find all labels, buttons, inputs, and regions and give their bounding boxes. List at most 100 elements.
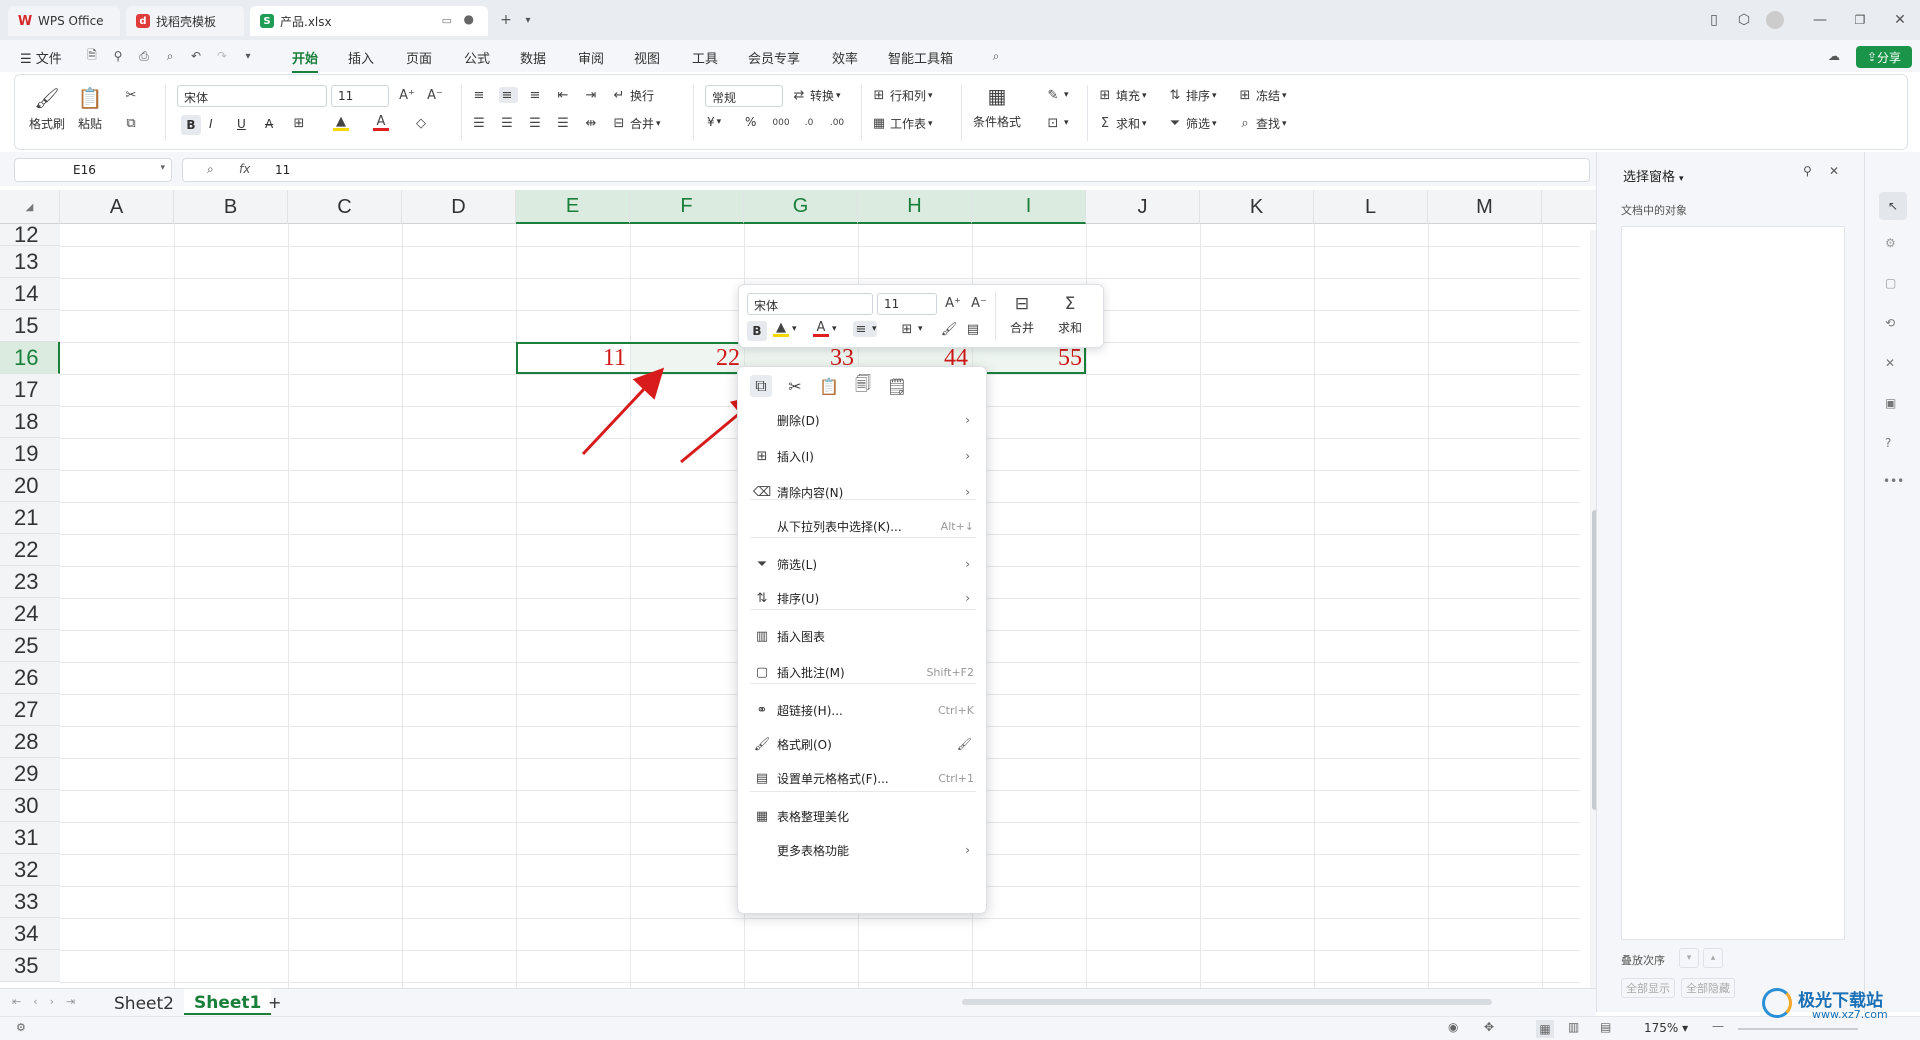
mini-bold-button[interactable]: B <box>747 321 767 341</box>
shortcut-hint: Ctrl+1 <box>938 771 974 785</box>
context-menu-label: 超链接(H)... <box>777 703 843 718</box>
sort-icon: ⇅ <box>756 590 768 606</box>
mini-fill-color-icon[interactable]: ▲ ▾ <box>773 320 797 337</box>
mini-font-select[interactable]: 宋体 <box>747 293 873 315</box>
context-menu-item[interactable]: ▦ 表格整理美化 <box>738 801 988 831</box>
prev-sheet-icon[interactable]: ‹ <box>33 995 37 1008</box>
filter-icon: ⏷ <box>756 556 768 572</box>
eye-protection-icon[interactable]: ◉ <box>1448 1020 1458 1034</box>
more-icon[interactable]: ••• <box>1883 474 1904 488</box>
backup-icon[interactable]: ⟲ <box>1885 316 1895 330</box>
sheet-tab-sheet1[interactable]: Sheet1 <box>184 989 272 1015</box>
page-layout-view-icon[interactable]: ▤ <box>1600 1020 1611 1034</box>
mini-decrease-font-icon[interactable]: A⁻ <box>971 295 990 311</box>
order-label: 叠放次序 <box>1621 954 1665 967</box>
paste-icon[interactable]: 📋 <box>818 375 840 397</box>
context-menu: ⧉ ✂ 📋 🗐 🗒 删除(D) › ⊞ 插入(I) › ⌫ 清除内容(N) › 从下拉列表中选择… <box>737 366 987 914</box>
shortcut-hint: Alt+↓ <box>940 519 974 533</box>
sheet-tab-bar: ⇤ ‹ › ⇥ Sheet2 Sheet1 + <box>0 988 1596 1016</box>
divider <box>995 291 996 341</box>
context-menu-label: 设置单元格格式(F)... <box>777 771 889 786</box>
chevron-right-icon: › <box>965 485 970 499</box>
mini-font-color-icon[interactable]: A ▾ <box>813 320 837 337</box>
insert-icon: ⊞ <box>756 448 768 464</box>
selection-pane: 选择窗格 ▾ ⚲ ✕ 文档中的对象 叠放次序 ▾ ▴ 全部显示 全部隐藏 <box>1596 152 1864 1012</box>
mini-merge-button[interactable]: ⊟ 合并 <box>1009 291 1035 336</box>
status-bar: ⚙ ◉ ✥ ▦ ▥ ▤ 175% ▾ — <box>0 1016 1920 1040</box>
order-up-icon[interactable]: ▴ <box>1703 948 1723 968</box>
cut-icon[interactable]: ✂ <box>784 375 806 397</box>
arrow-to-cell <box>581 367 665 456</box>
context-menu-item[interactable]: 更多表格功能 › <box>738 835 988 865</box>
beautify-icon: ▦ <box>755 808 769 824</box>
clear-icon: ⌫ <box>752 484 772 500</box>
pane-title[interactable]: 选择窗格 ▾ <box>1623 166 1684 185</box>
mini-increase-font-icon[interactable]: A⁺ <box>945 295 964 311</box>
context-menu-item[interactable]: 删除(D) › <box>738 405 988 435</box>
first-sheet-icon[interactable]: ⇤ <box>12 995 21 1008</box>
shortcut-hint: Ctrl+K <box>937 703 974 717</box>
mini-format-painter-icon[interactable]: 🖌 <box>941 321 960 337</box>
paste-text-icon[interactable]: 🗐 <box>852 374 874 397</box>
watermark-logo: 极光下载站 www.xz7.com <box>1762 986 1912 1026</box>
context-menu-item[interactable]: 从下拉列表中选择(K)... Alt+↓ <box>738 511 988 541</box>
copy-icon[interactable]: ⧉ <box>750 375 772 397</box>
normal-view-icon[interactable]: ▦ <box>1536 1020 1554 1038</box>
status-macro-icon[interactable]: ⚙ <box>16 1021 26 1034</box>
context-menu-item[interactable]: ⏷ 筛选(L) › <box>738 549 988 579</box>
right-sidebar: ↖ ⚙ ▢ ⟲ ✕ ▣ ? ••• <box>1864 152 1920 1012</box>
order-down-icon[interactable]: ▾ <box>1679 948 1699 968</box>
book-icon[interactable]: ▣ <box>1885 396 1896 410</box>
chevron-right-icon: › <box>965 449 970 463</box>
mini-sum-button[interactable]: Σ 求和 <box>1057 291 1083 336</box>
chevron-right-icon: › <box>965 413 970 427</box>
mini-size-select[interactable]: 11 <box>877 293 937 315</box>
context-menu-item[interactable]: 🖌 格式刷(O) 🖌 <box>738 729 988 759</box>
context-quick-actions: ⧉ ✂ 📋 🗐 🗒 <box>750 374 908 397</box>
context-menu-label: 插入批注(M) <box>777 665 845 680</box>
paste-special-icon[interactable]: 🗒 <box>886 375 908 397</box>
hide-all-button[interactable]: 全部隐藏 <box>1681 978 1735 998</box>
zoom-level[interactable]: 175% ▾ <box>1644 1021 1688 1035</box>
zoom-out-icon[interactable]: — <box>1712 1019 1724 1033</box>
context-menu-item[interactable]: ⌫ 清除内容(N) › <box>738 477 988 507</box>
close-icon[interactable]: ✕ <box>1829 164 1839 178</box>
context-menu-label: 排序(U) <box>777 591 820 606</box>
wps-spreadsheet-window: W WPS Office d 找稻壳模板 S 产品.xlsx ▭ ● + ▾ ▯… <box>0 0 1920 1040</box>
select-pointer-icon[interactable]: ↖ <box>1879 192 1907 220</box>
context-menu-label: 表格整理美化 <box>777 809 850 824</box>
mini-cell-format-icon[interactable]: ▤ <box>965 321 984 337</box>
context-menu-item[interactable]: ⊞ 插入(I) › <box>738 441 988 471</box>
add-sheet-icon[interactable]: + <box>268 993 281 1012</box>
format-painter-icon[interactable]: 🖌 <box>957 737 972 751</box>
tools-icon[interactable]: ✕ <box>1885 356 1895 370</box>
context-menu-item[interactable]: ⚭ 超链接(H)... Ctrl+K <box>738 695 988 725</box>
sheet-tab-sheet2[interactable]: Sheet2 <box>104 992 184 1014</box>
mini-border-icon[interactable]: ⊞ ▾ <box>899 321 923 337</box>
context-menu-item[interactable]: ▥ 插入图表 <box>738 621 988 651</box>
link-icon: ⚭ <box>756 702 768 718</box>
merge-icon: ⊟ <box>1014 294 1030 314</box>
help-icon[interactable]: ? <box>1885 436 1891 450</box>
settings-sliders-icon[interactable]: ⚙ <box>1885 236 1896 250</box>
watermark-url: www.xz7.com <box>1812 1008 1888 1021</box>
next-sheet-icon[interactable]: › <box>50 995 54 1008</box>
focus-mode-icon[interactable]: ✥ <box>1484 1020 1494 1034</box>
mini-align-icon[interactable]: ≡ ▾ <box>853 321 877 337</box>
zoom-slider[interactable] <box>1738 1028 1858 1030</box>
last-sheet-icon[interactable]: ⇥ <box>66 995 75 1008</box>
object-list[interactable] <box>1621 226 1845 940</box>
zoom-value: 175% <box>1644 1021 1679 1035</box>
context-menu-label: 筛选(L) <box>777 557 818 572</box>
page-break-view-icon[interactable]: ▥ <box>1568 1020 1579 1034</box>
comment-icon: ▢ <box>755 664 769 680</box>
horizontal-scrollbar[interactable] <box>962 999 1492 1005</box>
mini-merge-label: 合并 <box>1009 321 1034 335</box>
comment-icon[interactable]: ▢ <box>1885 276 1896 290</box>
show-all-button[interactable]: 全部显示 <box>1621 978 1675 998</box>
pin-icon[interactable]: ⚲ <box>1803 164 1812 178</box>
context-menu-label: 删除(D) <box>777 413 820 428</box>
context-menu-item[interactable]: ⇅ 排序(U) › <box>738 583 988 613</box>
context-menu-item[interactable]: ▢ 插入批注(M) Shift+F2 <box>738 657 988 687</box>
context-menu-item[interactable]: ▤ 设置单元格格式(F)... Ctrl+1 <box>738 763 988 793</box>
